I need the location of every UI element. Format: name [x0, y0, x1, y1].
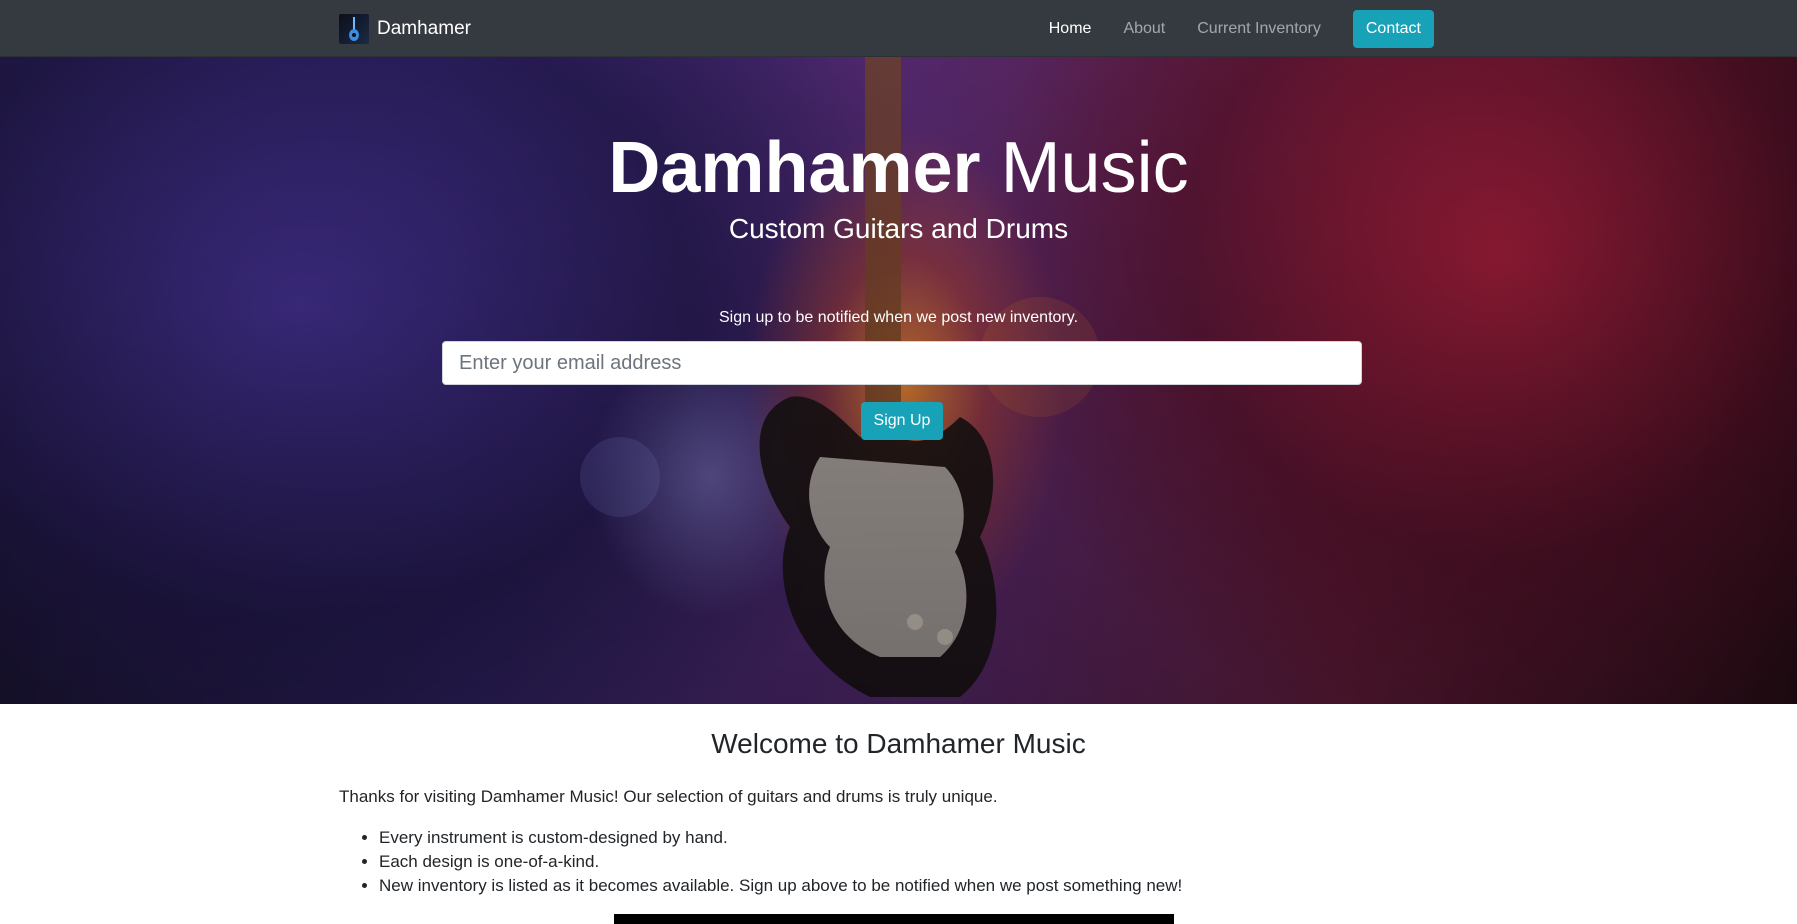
signup-prompt: Sign up to be notified when we post new … [718, 309, 1079, 326]
brand-name: Damhamer [377, 17, 471, 39]
hero-subtitle: Custom Guitars and Drums [728, 213, 1069, 244]
video-embed[interactable] [614, 914, 1174, 924]
nav-links: Home About Current Inventory Contact [1033, 10, 1434, 48]
email-input[interactable] [442, 341, 1362, 385]
hero-title: Damhamer Music [0, 123, 1797, 213]
hero-section: Damhamer Music Custom Guitars and Drums … [0, 57, 1797, 704]
nav-home-link[interactable]: Home [1033, 10, 1108, 48]
sign-up-button[interactable]: Sign Up [861, 402, 943, 440]
intro-text: Thanks for visiting Damhamer Music! Our … [339, 787, 998, 806]
list-item: New inventory is listed as it becomes av… [379, 874, 1182, 898]
brand-link[interactable]: Damhamer [339, 13, 471, 44]
nav-about-link[interactable]: About [1107, 10, 1181, 48]
guitar-logo-icon [339, 13, 369, 44]
hero-title-light: Music [1000, 128, 1189, 208]
nav-inventory-link[interactable]: Current Inventory [1181, 10, 1337, 48]
feature-list: Every instrument is custom-designed by h… [339, 826, 1182, 898]
list-item: Each design is one-of-a-kind. [379, 850, 1182, 874]
nav-contact-button[interactable]: Contact [1352, 10, 1434, 48]
top-navbar: Damhamer Home About Current Inventory Co… [0, 0, 1797, 57]
hero-title-strong: Damhamer [608, 128, 981, 208]
list-item: Every instrument is custom-designed by h… [379, 826, 1182, 850]
welcome-heading: Welcome to Damhamer Music [711, 728, 1086, 759]
